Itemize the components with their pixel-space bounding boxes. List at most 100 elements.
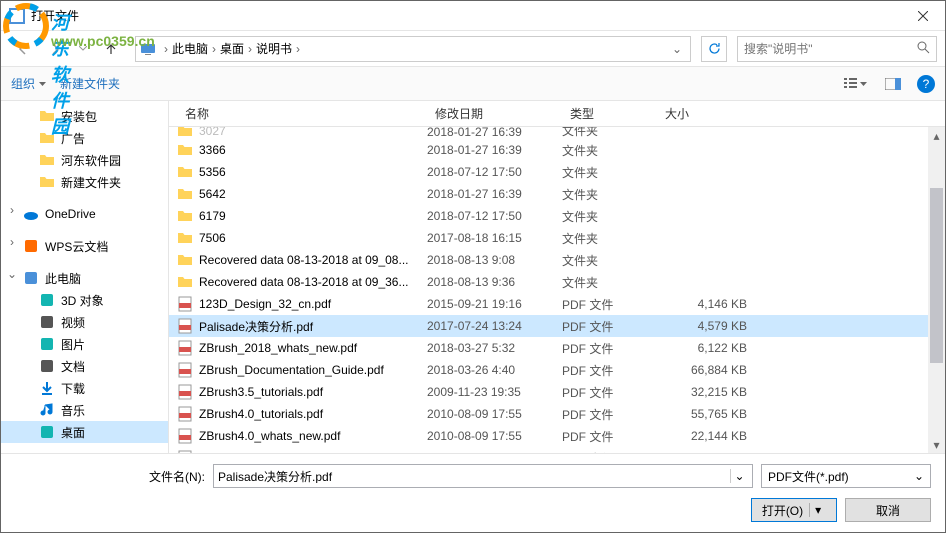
organize-button[interactable]: 组织 <box>11 75 46 92</box>
bc-seg-thispc[interactable]: 此电脑 <box>172 40 208 57</box>
sidebar: 安装包广告河东软件园新建文件夹›OneDrive›WPS云文档⌄此电脑3D 对象… <box>1 101 169 453</box>
sidebar-item[interactable]: 桌面 <box>1 421 168 443</box>
chevron-right-icon: › <box>296 42 300 56</box>
sidebar-item[interactable]: 3D 对象 <box>1 289 168 311</box>
file-row[interactable]: 5356 2018-07-12 17:50 文件夹 <box>169 161 928 183</box>
sidebar-item[interactable]: 新建文件夹 <box>1 171 168 193</box>
file-type: 文件夹 <box>562 230 657 247</box>
window-title: 打开文件 <box>31 7 900 24</box>
file-type: PDF 文件 <box>562 362 657 379</box>
sidebar-item[interactable]: 河东软件园 <box>1 149 168 171</box>
sidebar-item[interactable]: 广告 <box>1 127 168 149</box>
bc-seg-folder[interactable]: 说明书 <box>256 40 292 57</box>
file-size: 55,765 KB <box>657 407 777 421</box>
dropdown-icon <box>39 82 46 86</box>
file-row[interactable]: 6179 2018-07-12 17:50 文件夹 <box>169 205 928 227</box>
file-date: 2018-01-27 16:39 <box>427 127 562 139</box>
sidebar-item-label: 桌面 <box>61 424 85 441</box>
view-button[interactable] <box>841 72 869 96</box>
chevron-right-icon: › <box>212 42 216 56</box>
file-date: 2018-03-26 4:40 <box>427 363 562 377</box>
file-row[interactable]: ZBrush_2018_whats_new.pdf 2018-03-27 5:3… <box>169 337 928 359</box>
search-box[interactable] <box>737 36 937 62</box>
cancel-button[interactable]: 取消 <box>845 498 931 522</box>
file-row[interactable]: 3366 2018-01-27 16:39 文件夹 <box>169 139 928 161</box>
col-header-size[interactable]: 大小 <box>657 105 777 122</box>
file-type: PDF 文件 <box>562 340 657 357</box>
sidebar-item-label: 文档 <box>61 358 85 375</box>
col-header-name[interactable]: 名称 <box>177 105 427 122</box>
bc-seg-desktop[interactable]: 桌面 <box>220 40 244 57</box>
file-name: ZBrush4.0_whats_new.pdf <box>199 429 340 443</box>
toolbar: 组织 新建文件夹 ? <box>1 67 945 101</box>
nav-back-button[interactable] <box>9 35 37 63</box>
filename-combobox[interactable]: ⌄ <box>213 464 753 488</box>
file-type: 文件夹 <box>562 208 657 225</box>
open-dropdown[interactable]: ▾ <box>809 503 826 517</box>
file-size: 6,122 KB <box>657 341 777 355</box>
breadcrumb[interactable]: › 此电脑 › 桌面 › 说明书 › ⌄ <box>135 36 691 62</box>
filename-dropdown[interactable]: ⌄ <box>730 469 748 483</box>
sidebar-item-label: 安装包 <box>61 108 97 125</box>
file-row[interactable]: ZBrush4.0_tutorials.pdf 2010-08-09 17:55… <box>169 403 928 425</box>
scroll-down-button[interactable]: ▾ <box>928 436 945 453</box>
file-row[interactable]: Recovered data 08-13-2018 at 09_36... 20… <box>169 271 928 293</box>
sidebar-item[interactable]: 文档 <box>1 355 168 377</box>
arrow-up-icon <box>104 42 118 56</box>
file-row[interactable]: ZBrush3.5_tutorials.pdf 2009-11-23 19:35… <box>169 381 928 403</box>
search-icon[interactable] <box>917 41 930 57</box>
tree-arrow-icon[interactable]: ⌄ <box>7 267 17 281</box>
search-input[interactable] <box>744 42 917 56</box>
new-folder-button[interactable]: 新建文件夹 <box>60 75 120 92</box>
scrollbar-vertical[interactable]: ▴ ▾ <box>928 127 945 453</box>
file-type: 文件夹 <box>562 274 657 291</box>
sidebar-item-label: 视频 <box>61 314 85 331</box>
file-row[interactable]: ZBrush_Documentation_Guide.pdf 2018-03-2… <box>169 359 928 381</box>
scroll-up-button[interactable]: ▴ <box>928 127 945 144</box>
sidebar-item[interactable]: 此电脑 <box>1 267 168 289</box>
file-row[interactable]: ZBrush4.0_whats_new.pdf 2010-08-09 17:55… <box>169 425 928 447</box>
file-row[interactable]: 5642 2018-01-27 16:39 文件夹 <box>169 183 928 205</box>
bottom-bar: 文件名(N): ⌄ PDF文件(*.pdf) ⌄ 打开(O) ▾ 取消 <box>1 453 945 532</box>
sidebar-item[interactable]: 下载 <box>1 377 168 399</box>
nav-history-button[interactable] <box>73 46 93 51</box>
filename-input[interactable] <box>218 469 730 483</box>
file-row[interactable]: 3027 2018-01-27 16:39 文件夹 <box>169 127 928 139</box>
nav-forward-button[interactable] <box>41 35 69 63</box>
file-row[interactable]: Palisade决策分析.pdf 2017-07-24 13:24 PDF 文件… <box>169 315 928 337</box>
sidebar-item[interactable]: 音乐 <box>1 399 168 421</box>
arrow-left-icon <box>16 42 30 56</box>
sidebar-item-label: 广告 <box>61 130 85 147</box>
file-pane: 名称 修改日期 类型 大小 3027 2018-01-27 16:39 文件夹 … <box>169 101 945 453</box>
file-date: 2018-03-27 5:32 <box>427 341 562 355</box>
help-button[interactable]: ? <box>917 75 935 93</box>
chevron-right-icon: › <box>248 42 252 56</box>
sidebar-item[interactable]: 图片 <box>1 333 168 355</box>
sidebar-item[interactable]: OneDrive <box>1 203 168 225</box>
scroll-track[interactable] <box>928 144 945 436</box>
chevron-right-icon: › <box>164 42 168 56</box>
file-name: 7506 <box>199 231 226 245</box>
open-button[interactable]: 打开(O) ▾ <box>751 498 837 522</box>
file-list[interactable]: 3027 2018-01-27 16:39 文件夹 3366 2018-01-2… <box>169 127 928 453</box>
col-header-date[interactable]: 修改日期 <box>427 105 562 122</box>
breadcrumb-dropdown[interactable]: ⌄ <box>668 42 686 56</box>
file-row[interactable]: 7506 2017-08-18 16:15 文件夹 <box>169 227 928 249</box>
tree-arrow-icon[interactable]: › <box>7 235 17 249</box>
file-row[interactable]: 123D_Design_32_cn.pdf 2015-09-21 19:16 P… <box>169 293 928 315</box>
col-header-type[interactable]: 类型 <box>562 105 657 122</box>
sidebar-item[interactable]: 视频 <box>1 311 168 333</box>
close-button[interactable] <box>900 1 945 31</box>
file-size: 22,144 KB <box>657 429 777 443</box>
sidebar-item[interactable]: 安装包 <box>1 105 168 127</box>
refresh-button[interactable] <box>701 36 727 62</box>
help-icon: ? <box>923 77 930 91</box>
file-row[interactable]: Recovered data 08-13-2018 at 09_08... 20… <box>169 249 928 271</box>
file-type-filter[interactable]: PDF文件(*.pdf) ⌄ <box>761 464 931 488</box>
scroll-thumb[interactable] <box>930 188 943 363</box>
nav-up-button[interactable] <box>97 35 125 63</box>
tree-arrow-icon[interactable]: › <box>7 203 17 217</box>
sidebar-item[interactable]: WPS云文档 <box>1 235 168 257</box>
file-type: PDF 文件 <box>562 384 657 401</box>
preview-pane-button[interactable] <box>879 72 907 96</box>
